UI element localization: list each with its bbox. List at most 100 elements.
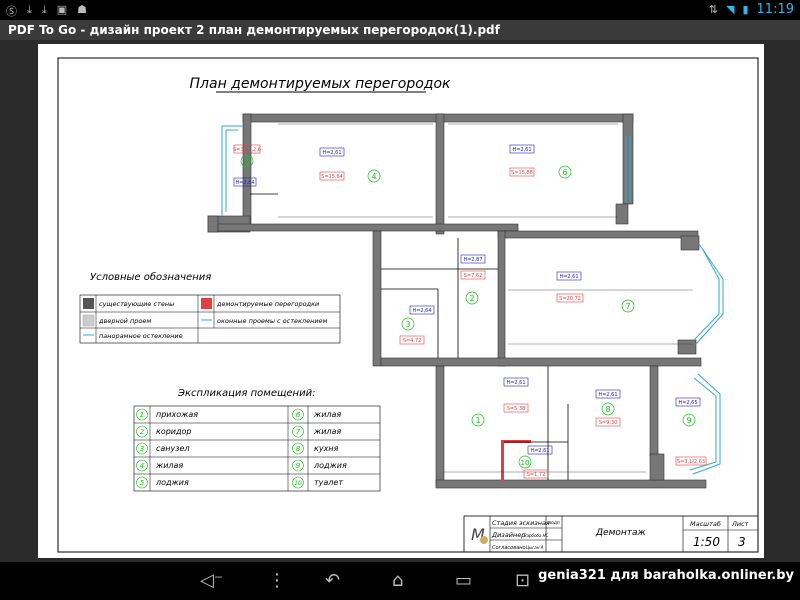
clock: 11:19 <box>756 2 794 17</box>
recent-apps-icon[interactable]: ▭ <box>455 570 472 591</box>
room-height: H=2,64 <box>412 308 431 314</box>
room-height: H=2,61 <box>530 448 549 454</box>
room-number: 1 <box>475 416 480 425</box>
sheet-label: Лист <box>731 520 749 528</box>
room-area: S=3,47,2,6 <box>233 147 261 153</box>
room-name: коридор <box>156 427 192 436</box>
approved-label: Согласовано <box>492 545 526 551</box>
volume-down-icon[interactable]: ◁⁻ <box>200 570 223 591</box>
room-tag-9: H=2,65 9 S=3,1/2,63 <box>675 397 707 466</box>
menu-icon[interactable]: ⋮ <box>268 570 286 591</box>
room-name: кухня <box>314 444 339 453</box>
designer-label: Дизайнер <box>491 531 525 539</box>
legend-swatch-walls <box>83 298 94 309</box>
room-number: 8 <box>605 405 610 414</box>
room-num: 5 <box>140 479 145 487</box>
pdf-viewer[interactable]: План демонтируемых перегородок S=3,47,2,… <box>0 40 800 562</box>
room-number: 4 <box>371 172 376 181</box>
room-tag-6: H=2,61 6 S=15,88 <box>509 144 572 179</box>
battery-icon: ▮ <box>742 3 749 16</box>
room-area: S=1,72 <box>527 472 546 478</box>
sheet-number: 3 <box>738 535 746 549</box>
room-num: 1 <box>140 411 144 419</box>
image-icon: ▣ <box>56 3 68 16</box>
room-tag-7: H=2,61 S=20,72 7 <box>556 271 635 313</box>
android-icon: ☗ <box>77 3 88 16</box>
room-area: S=4,72 <box>403 338 422 344</box>
title-block: M Стадия эскизная подп Дизайнер Зарбоба … <box>463 515 759 553</box>
room-tag-5: S=3,47,2,6 5 H=2,84 <box>233 144 261 187</box>
pdf-page[interactable]: План демонтируемых перегородок S=3,47,2,… <box>38 44 764 558</box>
room-tag-4: H=2,61 4 S=15,64 <box>319 147 381 183</box>
room-num: 9 <box>296 462 301 470</box>
room-number: 5 <box>244 157 249 166</box>
room-height: H=2,61 <box>322 150 341 156</box>
room-num: 4 <box>140 462 144 470</box>
room-number: 2 <box>469 294 474 303</box>
scale-label: Масштаб <box>690 520 721 528</box>
legend-label: демонтируемые перегородки <box>216 300 319 308</box>
room-name: туалет <box>314 478 343 487</box>
room-tag-8: H=2,61 8 S=9,30 <box>595 389 621 427</box>
floor-plan-drawing: План демонтируемых перегородок S=3,47,2,… <box>57 57 759 553</box>
document-title: PDF To Go - дизайн проект 2 план демонти… <box>8 23 500 37</box>
room-name: лоджия <box>155 478 189 487</box>
room-num: 6 <box>296 411 301 419</box>
room-area: S=9,30 <box>599 420 618 426</box>
room-name: жилая <box>313 410 341 419</box>
back-icon[interactable]: ↶ <box>325 570 340 591</box>
room-area: S=15,64 <box>321 174 343 180</box>
legend-swatch-door <box>82 314 95 327</box>
room-height: H=2,84 <box>235 180 254 186</box>
legend-label: дверной проем <box>98 317 151 325</box>
legend-swatch-demolished <box>201 298 212 309</box>
plan-title: План демонтируемых перегородок <box>190 76 452 92</box>
room-tag-2: H=2,87 S=7,62 2 <box>460 254 486 305</box>
room-height: H=2,65 <box>678 400 697 406</box>
room-num: 10 <box>294 480 302 487</box>
room-area: S=7,62 <box>464 273 483 279</box>
room-tag-1: H=2,61 S=5,38 1 <box>471 377 529 427</box>
room-area: S=3,1/2,63 <box>677 459 705 465</box>
room-height: H=2,61 <box>559 274 578 280</box>
screenshot-icon[interactable]: ⊡ <box>515 570 530 591</box>
room-name: жилая <box>313 427 341 436</box>
room-name: прихожая <box>156 410 198 419</box>
sheet-name: Демонтаж <box>595 528 647 538</box>
stage-label: Стадия эскизная <box>492 519 550 527</box>
room-area: S=5,38 <box>507 406 526 412</box>
legend-label: существующие стены <box>99 300 174 308</box>
room-num: 3 <box>140 445 144 453</box>
legend-label: панорамное остекление <box>99 332 183 340</box>
signature-col: подп <box>548 521 560 526</box>
room-tag-3: H=2,64 3 S=4,72 <box>399 305 435 345</box>
home-icon[interactable]: ⌂ <box>392 570 403 591</box>
wifi-icon: ◥ <box>726 3 735 16</box>
room-number: 7 <box>625 302 630 311</box>
explication-title: Экспликация помещений: <box>177 388 315 399</box>
explication-table: 1 прихожая 2 коридор 3 санузел 4 жилая 5… <box>133 405 381 492</box>
room-number: 3 <box>405 320 410 329</box>
download-icon: ⤓ <box>27 3 32 16</box>
room-name: жилая <box>155 461 183 470</box>
room-height: H=2,61 <box>512 147 531 153</box>
room-num: 8 <box>296 445 301 453</box>
status-bar: Ⓢ ⤓ ⤓ ▣ ☗ ⇅ ◥ ▮ 11:19 <box>0 0 800 20</box>
room-height: H=2,61 <box>598 392 617 398</box>
room-height: H=2,61 <box>506 380 525 386</box>
notification-icons: Ⓢ ⤓ ⤓ ▣ ☗ <box>6 3 87 19</box>
room-height: H=2,87 <box>463 257 482 263</box>
skype-icon: Ⓢ <box>6 5 17 18</box>
approved-name: Цыган А <box>526 545 544 550</box>
scale-value: 1:50 <box>693 535 720 549</box>
legend-table: существующие стены демонтируемые перегор… <box>79 294 341 344</box>
watermark: genia321 для baraholka.onliner.by <box>538 568 794 583</box>
room-number: 6 <box>562 168 567 177</box>
room-num: 7 <box>296 428 301 436</box>
room-number: 10 <box>521 459 530 467</box>
sync-icon: ⇅ <box>708 3 718 16</box>
room-area: S=15,88 <box>511 170 533 176</box>
room-name: санузел <box>156 444 190 453</box>
room-name: лоджия <box>313 461 347 470</box>
room-tag-10: H=2,61 10 S=1,72 <box>518 445 553 479</box>
